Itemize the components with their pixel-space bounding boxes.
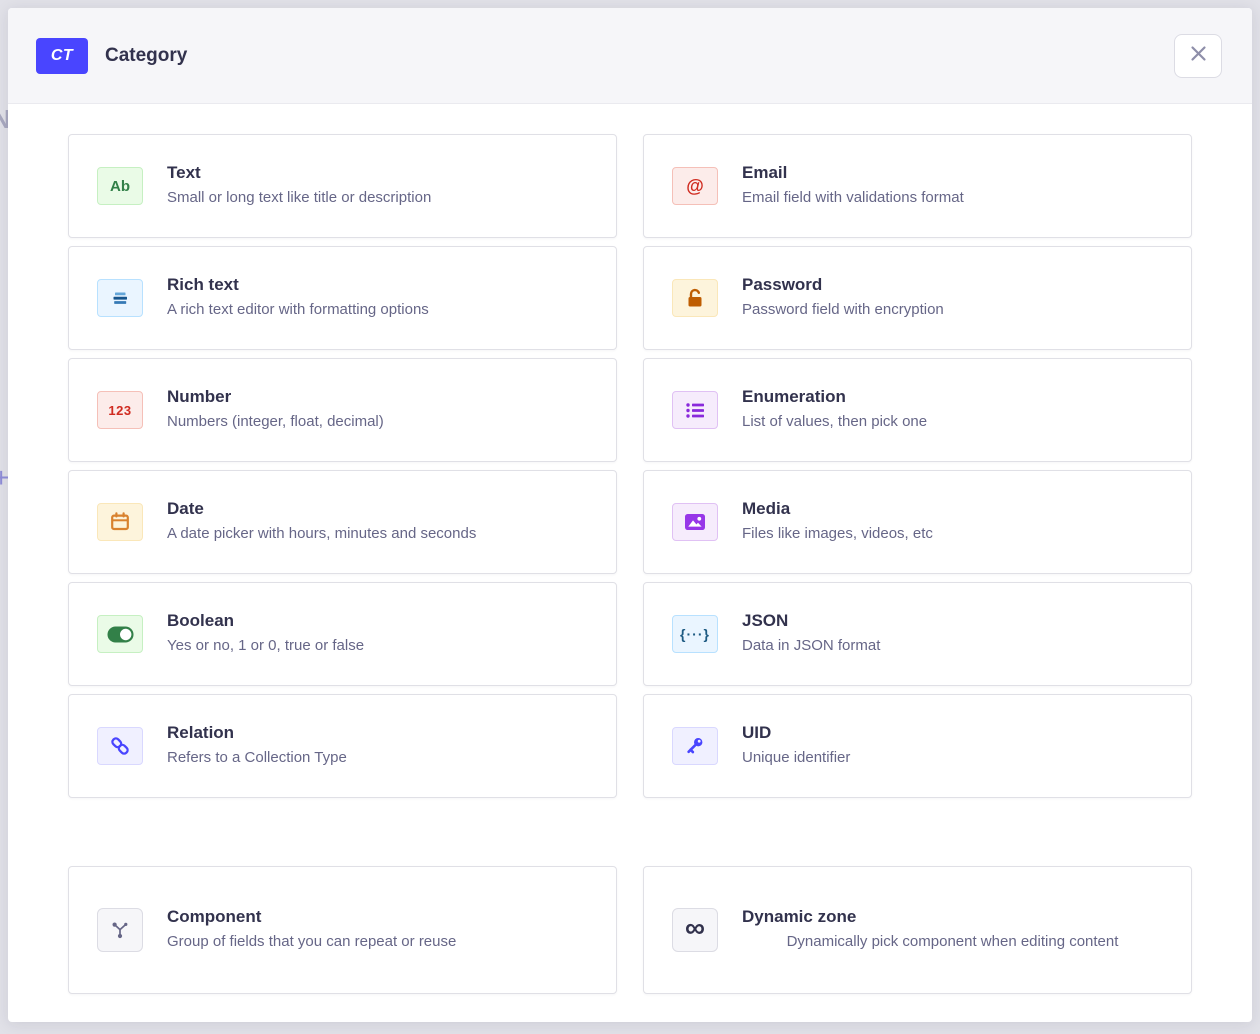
key-icon bbox=[684, 735, 706, 757]
field-title: Rich text bbox=[167, 275, 588, 295]
date-icon bbox=[97, 503, 143, 541]
password-icon bbox=[672, 279, 718, 317]
boolean-icon bbox=[97, 615, 143, 653]
field-card-text[interactable]: Ab Text Small or long text like title or… bbox=[68, 134, 617, 238]
field-card-component[interactable]: Component Group of fields that you can r… bbox=[68, 866, 617, 994]
richtext-icon bbox=[97, 279, 143, 317]
at-glyph: @ bbox=[686, 176, 704, 197]
field-card-email[interactable]: @ Email Email field with validations for… bbox=[643, 134, 1192, 238]
field-title: Enumeration bbox=[742, 387, 1163, 407]
bullet-list-icon bbox=[685, 402, 705, 419]
field-card-boolean[interactable]: Boolean Yes or no, 1 or 0, true or false bbox=[68, 582, 617, 686]
card-text: Number Numbers (integer, float, decimal) bbox=[167, 387, 588, 432]
field-title: Email bbox=[742, 163, 1163, 183]
card-text: Dynamic zone Dynamically pick component … bbox=[742, 907, 1163, 952]
field-title: JSON bbox=[742, 611, 1163, 631]
field-card-richtext[interactable]: Rich text A rich text editor with format… bbox=[68, 246, 617, 350]
picture-icon bbox=[684, 513, 706, 531]
field-title: Boolean bbox=[167, 611, 588, 631]
field-card-media[interactable]: Media Files like images, videos, etc bbox=[643, 470, 1192, 574]
field-description: Password field with encryption bbox=[742, 300, 1163, 320]
field-description: Email field with validations format bbox=[742, 188, 1163, 208]
field-card-uid[interactable]: UID Unique identifier bbox=[643, 694, 1192, 798]
card-text: Component Group of fields that you can r… bbox=[167, 907, 588, 952]
modal-header: CT Category bbox=[8, 8, 1252, 104]
enumeration-icon bbox=[672, 391, 718, 429]
card-text: Text Small or long text like title or de… bbox=[167, 163, 588, 208]
component-icon bbox=[97, 908, 143, 952]
field-card-dynamic-zone[interactable]: ∞ Dynamic zone Dynamically pick componen… bbox=[643, 866, 1192, 994]
card-text: Rich text A rich text editor with format… bbox=[167, 275, 588, 320]
branch-nodes-icon bbox=[110, 920, 130, 940]
text-icon: Ab bbox=[97, 167, 143, 205]
123-glyph: 123 bbox=[108, 403, 131, 418]
select-field-modal: CT Category Ab Text Small or long text l… bbox=[8, 8, 1252, 1022]
braces-glyph: {···} bbox=[680, 626, 710, 642]
card-text: Relation Refers to a Collection Type bbox=[167, 723, 588, 768]
card-text: Email Email field with validations forma… bbox=[742, 163, 1163, 208]
field-title: Component bbox=[167, 907, 588, 927]
field-description: Dynamically pick component when editing … bbox=[742, 932, 1163, 952]
modal-title: Category bbox=[105, 45, 187, 67]
field-title: Password bbox=[742, 275, 1163, 295]
card-text: UID Unique identifier bbox=[742, 723, 1163, 768]
field-title: Media bbox=[742, 499, 1163, 519]
field-card-json[interactable]: {···} JSON Data in JSON format bbox=[643, 582, 1192, 686]
field-description: Data in JSON format bbox=[742, 636, 1163, 656]
field-description: A date picker with hours, minutes and se… bbox=[167, 524, 588, 544]
card-text: Enumeration List of values, then pick on… bbox=[742, 387, 1163, 432]
number-icon: 123 bbox=[97, 391, 143, 429]
field-title: Date bbox=[167, 499, 588, 519]
field-card-relation[interactable]: Relation Refers to a Collection Type bbox=[68, 694, 617, 798]
card-text: Boolean Yes or no, 1 or 0, true or false bbox=[167, 611, 588, 656]
field-description: Unique identifier bbox=[742, 748, 1163, 768]
field-card-enumeration[interactable]: Enumeration List of values, then pick on… bbox=[643, 358, 1192, 462]
json-icon: {···} bbox=[672, 615, 718, 653]
field-description: Refers to a Collection Type bbox=[167, 748, 588, 768]
components-grid: Component Group of fields that you can r… bbox=[68, 866, 1192, 994]
content-type-badge: CT bbox=[36, 38, 88, 74]
field-description: Numbers (integer, float, decimal) bbox=[167, 412, 588, 432]
email-icon: @ bbox=[672, 167, 718, 205]
field-description: Small or long text like title or descrip… bbox=[167, 188, 588, 208]
field-description: A rich text editor with formatting optio… bbox=[167, 300, 588, 320]
field-title: UID bbox=[742, 723, 1163, 743]
field-title: Number bbox=[167, 387, 588, 407]
relation-icon bbox=[97, 727, 143, 765]
field-description: List of values, then pick one bbox=[742, 412, 1163, 432]
field-card-number[interactable]: 123 Number Numbers (integer, float, deci… bbox=[68, 358, 617, 462]
field-description: Files like images, videos, etc bbox=[742, 524, 1163, 544]
card-text: Media Files like images, videos, etc bbox=[742, 499, 1163, 544]
field-card-password[interactable]: Password Password field with encryption bbox=[643, 246, 1192, 350]
field-description: Group of fields that you can repeat or r… bbox=[167, 932, 588, 952]
infinity-glyph: ∞ bbox=[685, 917, 705, 939]
field-card-date[interactable]: Date A date picker with hours, minutes a… bbox=[68, 470, 617, 574]
media-icon bbox=[672, 503, 718, 541]
dynamic-zone-icon: ∞ bbox=[672, 908, 718, 952]
field-title: Dynamic zone bbox=[742, 907, 1163, 927]
uid-icon bbox=[672, 727, 718, 765]
default-fields-grid: Ab Text Small or long text like title or… bbox=[68, 134, 1192, 798]
open-lock-icon bbox=[684, 287, 706, 309]
card-text: Password Password field with encryption bbox=[742, 275, 1163, 320]
toggle-on-icon bbox=[107, 626, 134, 643]
field-description: Yes or no, 1 or 0, true or false bbox=[167, 636, 588, 656]
field-title: Relation bbox=[167, 723, 588, 743]
card-text: Date A date picker with hours, minutes a… bbox=[167, 499, 588, 544]
field-title: Text bbox=[167, 163, 588, 183]
close-button[interactable] bbox=[1174, 34, 1222, 78]
chain-link-icon bbox=[109, 735, 131, 757]
card-text: JSON Data in JSON format bbox=[742, 611, 1163, 656]
close-icon bbox=[1190, 45, 1207, 67]
modal-body: Ab Text Small or long text like title or… bbox=[8, 104, 1252, 1022]
ab-glyph: Ab bbox=[110, 178, 130, 195]
align-lines-icon bbox=[110, 291, 130, 306]
calendar-icon bbox=[109, 511, 131, 533]
